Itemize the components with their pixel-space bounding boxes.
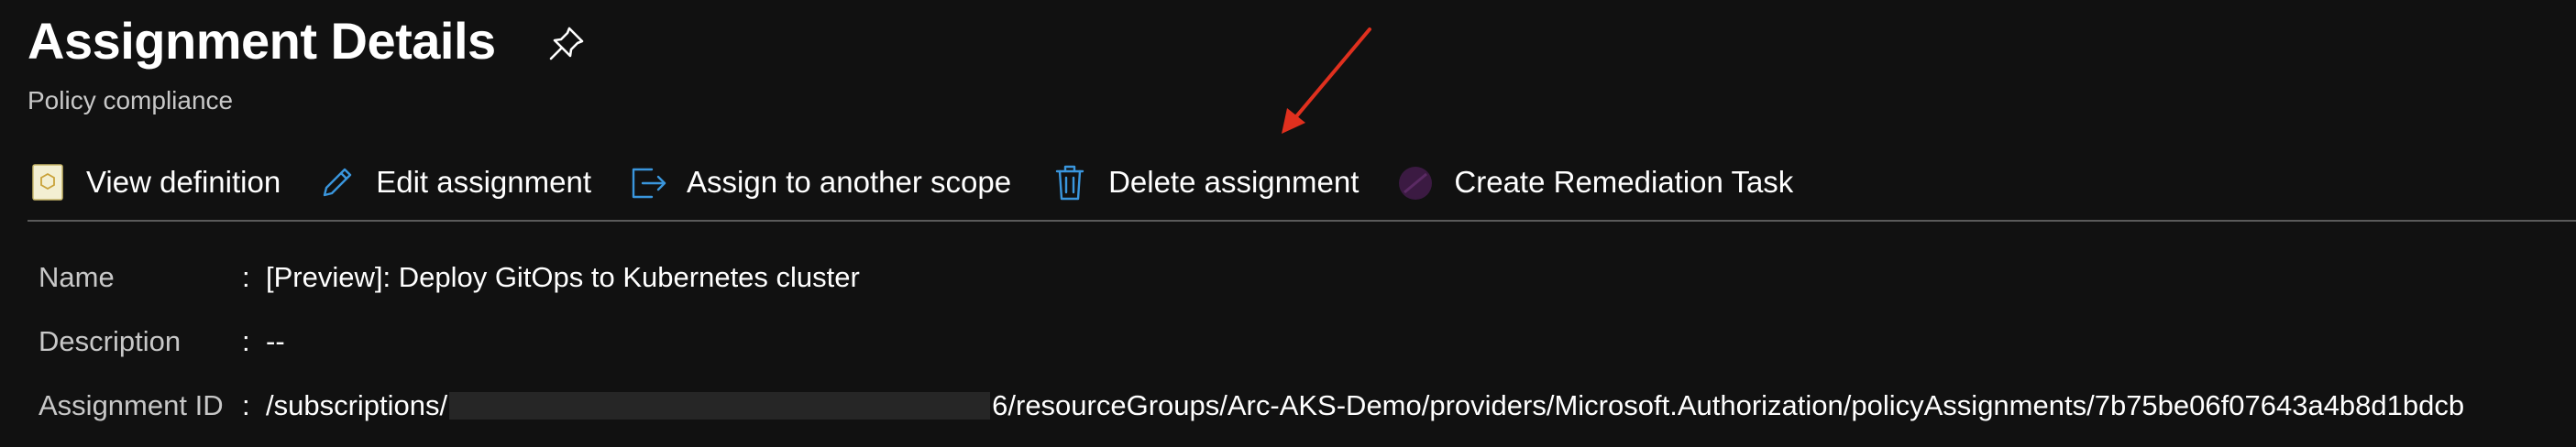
name-value: [Preview]: Deploy GitOps to Kubernetes c… — [266, 261, 860, 293]
assignment-id-value: /subscriptions/ 6/resourceGroups/Arc-AKS… — [266, 389, 2464, 422]
assignment-id-separator: : — [242, 389, 250, 421]
trash-icon — [1050, 162, 1090, 202]
create-remediation-task-button[interactable]: Create Remediation Task — [1395, 156, 1793, 209]
page-header: Assignment Details Policy compliance — [28, 9, 588, 117]
policy-definition-icon — [28, 162, 68, 202]
annotation-arrow — [1282, 27, 1371, 134]
name-label: Name — [39, 261, 115, 293]
assignment-id-label: Assignment ID — [39, 389, 224, 421]
edit-assignment-label: Edit assignment — [376, 165, 591, 199]
redacted-subscription-id — [449, 392, 991, 420]
assign-to-another-scope-label: Assign to another scope — [687, 165, 1012, 199]
command-toolbar: View definition Edit assignment Assign t… — [28, 156, 1793, 209]
assign-scope-icon — [628, 162, 668, 202]
edit-assignment-button[interactable]: Edit assignment — [317, 156, 591, 209]
detail-row-description: Description : -- — [39, 310, 2464, 374]
assignment-id-suffix: 6/resourceGroups/Arc-AKS-Demo/providers/… — [992, 389, 2465, 421]
view-definition-label: View definition — [86, 165, 281, 199]
assign-to-another-scope-button[interactable]: Assign to another scope — [628, 156, 1011, 209]
page-subtitle: Policy compliance — [28, 86, 234, 114]
toolbar-divider — [28, 220, 2576, 222]
view-definition-button[interactable]: View definition — [28, 156, 281, 209]
create-remediation-task-label: Create Remediation Task — [1454, 165, 1794, 199]
name-separator: : — [242, 261, 250, 293]
pin-icon[interactable] — [545, 23, 588, 65]
pencil-icon — [317, 162, 358, 202]
assignment-id-prefix: /subscriptions/ — [266, 389, 448, 421]
remediation-icon — [1395, 162, 1436, 202]
details-list: Name : [Preview]: Deploy GitOps to Kuber… — [39, 245, 2464, 438]
delete-assignment-button[interactable]: Delete assignment — [1050, 156, 1359, 209]
description-separator: : — [242, 325, 250, 357]
description-label: Description — [39, 325, 182, 357]
detail-row-name: Name : [Preview]: Deploy GitOps to Kuber… — [39, 245, 2464, 310]
description-value: -- — [266, 325, 285, 357]
page-title: Assignment Details — [28, 12, 496, 70]
delete-assignment-label: Delete assignment — [1108, 165, 1360, 199]
title-row: Assignment Details — [28, 9, 588, 73]
detail-row-assignment-id: Assignment ID : /subscriptions/ 6/resour… — [39, 374, 2464, 438]
